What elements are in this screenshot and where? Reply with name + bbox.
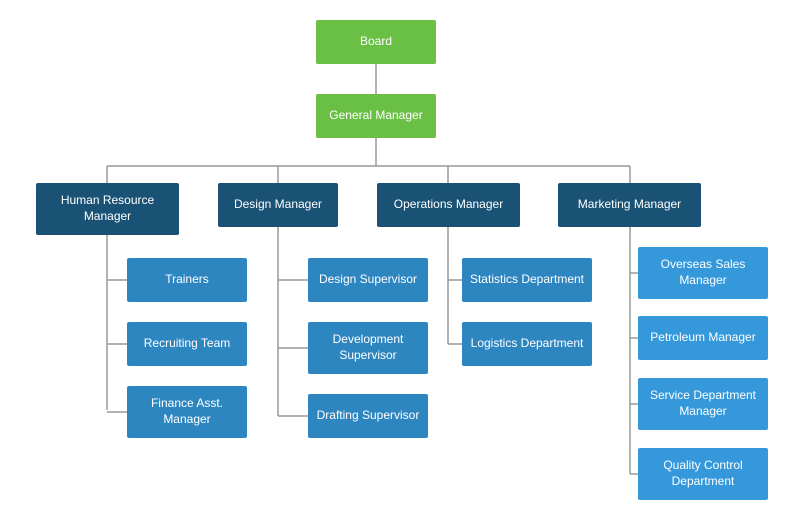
trainers-node: Trainers <box>127 258 247 302</box>
finance-asst-manager-node: Finance Asst. Manager <box>127 386 247 438</box>
board-node: Board <box>316 20 436 64</box>
quality-control-dept-node: Quality Control Department <box>638 448 768 500</box>
statistics-dept-node: Statistics Department <box>462 258 592 302</box>
drafting-supervisor-node: Drafting Supervisor <box>308 394 428 438</box>
operations-manager-node: Operations Manager <box>377 183 520 227</box>
hr-manager-node: Human Resource Manager <box>36 183 179 235</box>
service-dept-manager-node: Service Department Manager <box>638 378 768 430</box>
recruiting-team-node: Recruiting Team <box>127 322 247 366</box>
org-chart: Board General Manager Human Resource Man… <box>0 0 804 526</box>
design-supervisor-node: Design Supervisor <box>308 258 428 302</box>
petroleum-manager-node: Petroleum Manager <box>638 316 768 360</box>
development-supervisor-node: Development Supervisor <box>308 322 428 374</box>
logistics-dept-node: Logistics Department <box>462 322 592 366</box>
overseas-sales-manager-node: Overseas Sales Manager <box>638 247 768 299</box>
design-manager-node: Design Manager <box>218 183 338 227</box>
general-manager-node: General Manager <box>316 94 436 138</box>
marketing-manager-node: Marketing Manager <box>558 183 701 227</box>
